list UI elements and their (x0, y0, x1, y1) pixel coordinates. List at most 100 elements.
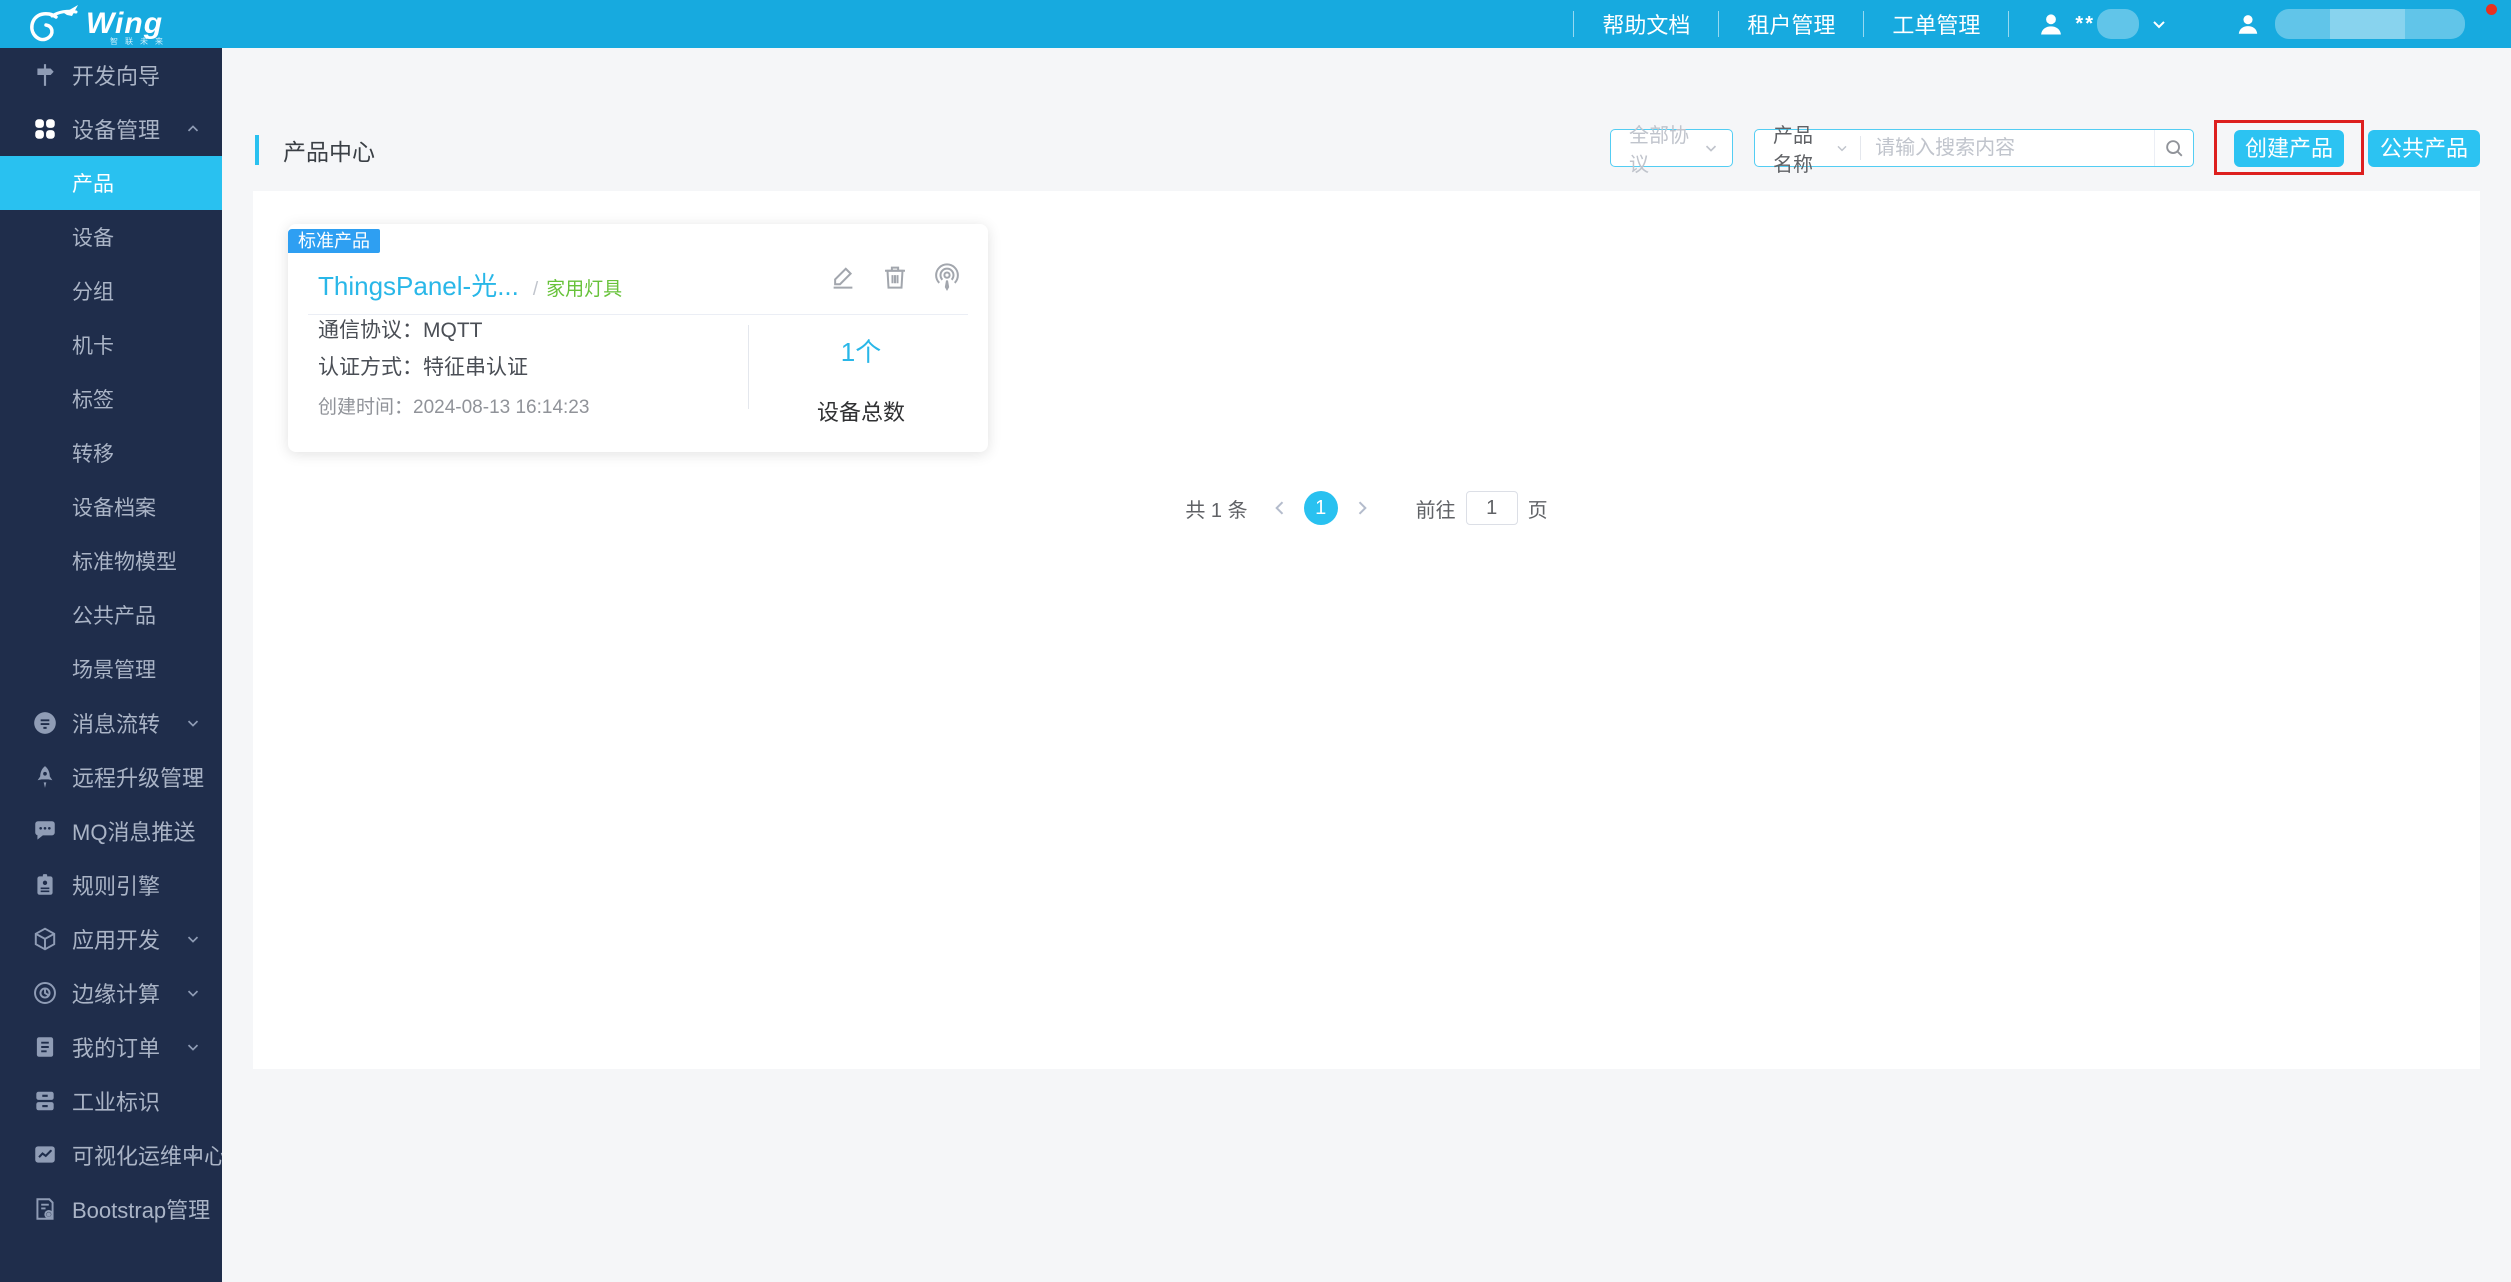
sidebar-item-sim-card[interactable]: 机卡 (0, 318, 222, 372)
sidebar-item-label: 规则引擎 (72, 874, 161, 899)
prev-page-icon[interactable] (1270, 498, 1290, 518)
sidebar-item-device-archive[interactable]: 设备档案 (0, 480, 222, 534)
sidebar-item-label: Bootstrap管理 (72, 1198, 211, 1223)
nav-separator (1718, 11, 1720, 37)
public-product-button[interactable]: 公共产品 (2368, 130, 2480, 167)
sidebar-item-remote-upgrade[interactable]: 远程升级管理 (0, 750, 222, 804)
order-icon (32, 1034, 58, 1060)
sidebar-item-label: 我的订单 (72, 1036, 161, 1061)
created-value: 2024-08-13 16:14:23 (413, 397, 590, 418)
chat-icon (32, 818, 58, 844)
sidebar-item-message-flow[interactable]: 消息流转 (0, 696, 222, 750)
pagination: 共 1 条 1 前往 页 (253, 491, 2480, 525)
nav-separator (1573, 11, 1575, 37)
sidebar-item-scene-mgmt[interactable]: 场景管理 (0, 642, 222, 696)
user-menu[interactable]: ** (2037, 9, 2169, 39)
auth-value: 特征串认证 (423, 356, 528, 379)
product-type-badge: 标准产品 (288, 229, 380, 253)
search-button[interactable] (2154, 130, 2193, 166)
sidebar-item-label: 产品 (72, 173, 114, 196)
delete-icon[interactable] (880, 262, 910, 292)
nav-separator (2008, 11, 2010, 37)
user-name: ** (2075, 12, 2095, 35)
sidebar-item-mq-push[interactable]: MQ消息推送 (0, 804, 222, 858)
sidebar-item-transfer[interactable]: 转移 (0, 426, 222, 480)
grid-icon (32, 116, 58, 142)
sidebar-item-label: 工业标识 (72, 1090, 161, 1115)
cube-icon (32, 926, 58, 952)
sidebar-item-standard-thing-model[interactable]: 标准物模型 (0, 534, 222, 588)
protocol-value: MQTT (423, 319, 483, 342)
sidebar-item-label: 应用开发 (72, 928, 161, 953)
sidebar-item-label: 分组 (72, 281, 114, 304)
nav-tenant-mgmt[interactable]: 租户管理 (1747, 8, 1835, 40)
chevron-down-icon (2149, 14, 2169, 34)
sidebar-item-visual-ops[interactable]: 可视化运维中心 (0, 1128, 222, 1182)
sidebar-item-label: 场景管理 (72, 659, 156, 682)
create-product-button[interactable]: 创建产品 (2234, 130, 2344, 167)
title-accent-bar (255, 135, 259, 165)
nav-separator (1863, 11, 1865, 37)
secondary-account[interactable] (2235, 9, 2465, 39)
chevron-down-icon (184, 1146, 202, 1164)
goto-page-input[interactable] (1465, 491, 1518, 525)
sidebar-item-label: 开发向导 (72, 64, 161, 89)
bootstrap-icon (32, 1196, 58, 1222)
message-icon (32, 710, 58, 736)
sidebar-item-label: 消息流转 (72, 712, 161, 737)
industry-icon (32, 1088, 58, 1114)
search-category-label: 产品名称 (1773, 125, 1813, 176)
next-page-icon[interactable] (1352, 498, 1372, 518)
protocol-filter-select[interactable]: 全部协议 (1610, 125, 1733, 176)
sidebar-item-label: MQ消息推送 (72, 820, 196, 845)
page-number-current[interactable]: 1 (1303, 491, 1338, 525)
edit-icon[interactable] (828, 262, 858, 292)
chevron-down-icon (1834, 140, 1850, 156)
brand-name: Wing (86, 7, 164, 40)
chevron-down-icon (184, 714, 202, 732)
sidebar-item-app-dev[interactable]: 应用开发 (0, 912, 222, 966)
sidebar-item-dev-guide[interactable]: 开发向导 (0, 48, 222, 102)
device-count-value: 1个 (840, 337, 882, 367)
main-content: 产品中心 全部协议 产品名称 创建产品 公共产品 标准产品 Th (222, 48, 2511, 1282)
sidebar-item-public-product[interactable]: 公共产品 (0, 588, 222, 642)
search-category-select[interactable]: 产品名称 (1755, 119, 1860, 177)
sidebar-item-label: 边缘计算 (72, 982, 161, 1007)
sidebar-item-label: 设备档案 (72, 497, 156, 520)
nav-help-docs[interactable]: 帮助文档 (1602, 8, 1690, 40)
page-title: 产品中心 (283, 139, 375, 165)
viz-icon (32, 1142, 58, 1168)
sidebar-item-device-mgmt[interactable]: 设备管理 (0, 102, 222, 156)
sidebar-item-industry-id[interactable]: 工业标识 (0, 1074, 222, 1128)
app-logo[interactable]: Wing 智联未来 (26, 0, 163, 48)
sidebar-item-device[interactable]: 设备 (0, 210, 222, 264)
search-icon (2166, 140, 2183, 157)
sidebar-item-label: 设备管理 (72, 118, 161, 143)
user-avatar-icon (2235, 11, 2261, 37)
goto-page-unit: 页 (1527, 499, 1548, 522)
product-name-link[interactable]: ThingsPanel-光... (318, 266, 519, 303)
protocol-filter-placeholder: 全部协议 (1629, 125, 1689, 176)
sidebar-item-edge-computing[interactable]: 边缘计算 (0, 966, 222, 1020)
sidebar-item-label: 设备 (72, 227, 114, 250)
product-category-tag: 家用灯具 (546, 279, 623, 300)
sidebar-item-bootstrap-mgmt[interactable]: Bootstrap管理 (0, 1182, 222, 1236)
auth-label: 认证方式： (318, 356, 423, 379)
signpost-icon (32, 62, 58, 88)
chevron-down-icon (184, 984, 202, 1002)
chevron-down-icon (184, 768, 202, 786)
device-count-label: 设备总数 (816, 400, 905, 425)
nav-workorder-mgmt[interactable]: 工单管理 (1892, 8, 1980, 40)
sidebar-item-rule-engine[interactable]: 规则引擎 (0, 858, 222, 912)
product-card[interactable]: 标准产品 ThingsPanel-光... / 家用灯具 通信协议：MQTT 认… (288, 224, 988, 452)
account-name-redaction (2275, 9, 2465, 39)
sidebar-item-my-orders[interactable]: 我的订单 (0, 1020, 222, 1074)
sidebar-item-tag[interactable]: 标签 (0, 372, 222, 426)
publish-icon[interactable] (932, 262, 962, 292)
sidebar-item-product[interactable]: 产品 (0, 156, 222, 210)
sidebar-item-label: 公共产品 (72, 605, 156, 628)
sidebar-item-group[interactable]: 分组 (0, 264, 222, 318)
chevron-down-icon (1702, 139, 1720, 157)
notification-dot (2486, 4, 2497, 15)
search-input[interactable] (1861, 136, 2155, 160)
